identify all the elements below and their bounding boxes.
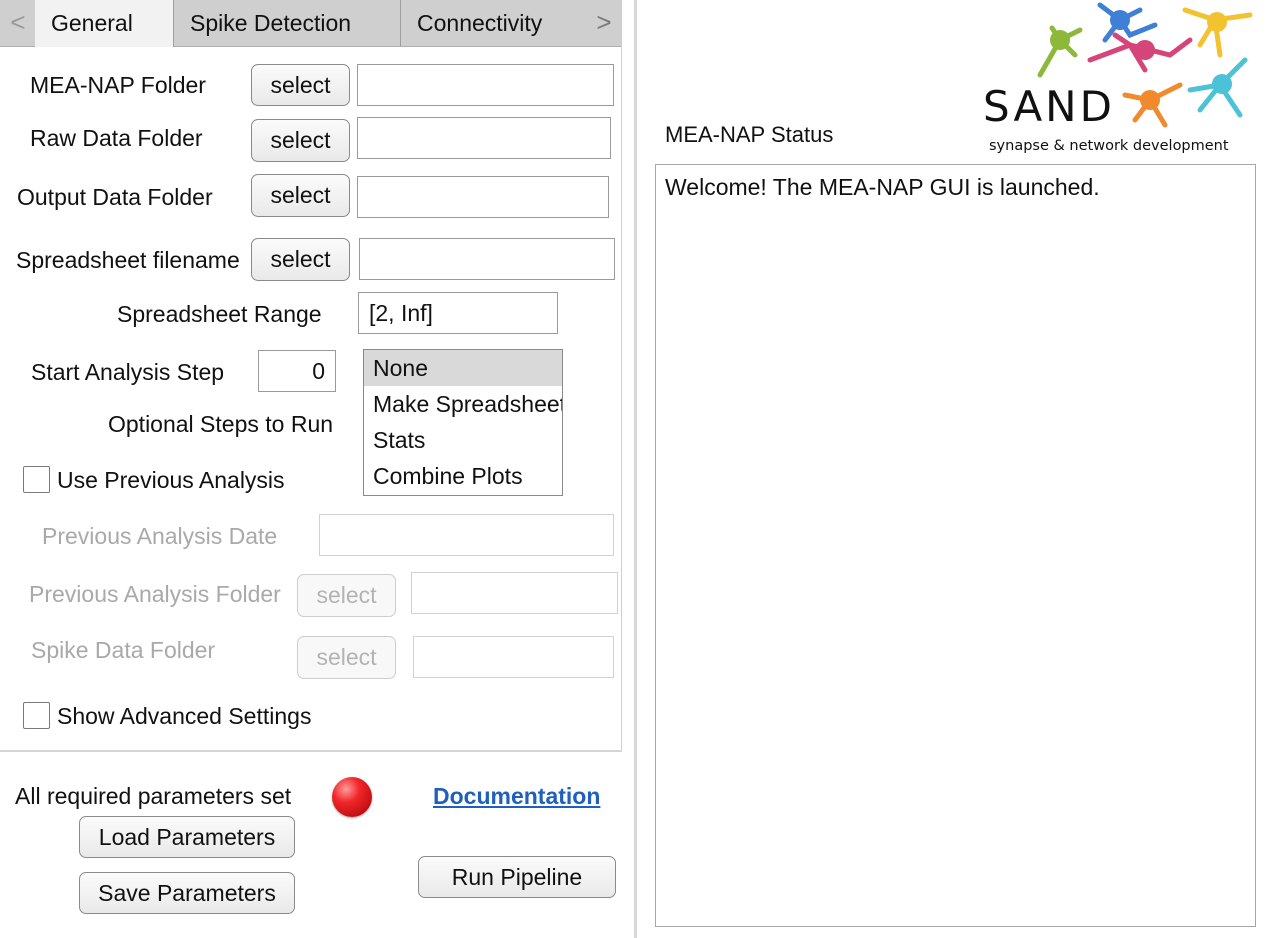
show-advanced-settings-checkbox[interactable] <box>23 702 50 729</box>
run-pipeline-button[interactable]: Run Pipeline <box>418 856 616 898</box>
previous-analysis-date-label: Previous Analysis Date <box>42 523 278 549</box>
optional-steps-listbox[interactable]: None Make Spreadsheet Stats Combine Plot… <box>363 349 563 496</box>
previous-analysis-folder-label: Previous Analysis Folder <box>29 581 281 607</box>
mea-nap-folder-select-button[interactable]: select <box>251 64 350 106</box>
tab-connectivity[interactable]: Connectivity <box>401 0 586 46</box>
previous-analysis-folder-select-button[interactable]: select <box>297 574 396 617</box>
logo-figures-icon <box>1037 2 1253 128</box>
spreadsheet-filename-select-button[interactable]: select <box>251 238 350 281</box>
tab-scroll-left-icon[interactable]: < <box>0 0 36 46</box>
use-previous-analysis-label: Use Previous Analysis <box>57 467 285 493</box>
show-advanced-settings-label: Show Advanced Settings <box>57 703 312 729</box>
start-analysis-step-field[interactable] <box>258 350 336 392</box>
raw-data-folder-field[interactable] <box>357 117 611 159</box>
optional-steps-label: Optional Steps to Run <box>108 411 334 437</box>
panel-border-right <box>621 46 622 751</box>
tab-scroll-right-icon[interactable]: > <box>586 0 622 46</box>
spike-data-folder-label: Spike Data Folder <box>31 637 216 663</box>
status-textarea[interactable]: Welcome! The MEA-NAP GUI is launched. <box>655 164 1256 927</box>
documentation-link[interactable]: Documentation <box>433 782 600 810</box>
list-option-combine-plots[interactable]: Combine Plots <box>364 458 562 494</box>
sand-logo: SAND synapse & network development <box>980 0 1265 160</box>
tab-spike-detection[interactable]: Spike Detection <box>174 0 401 46</box>
spreadsheet-range-field[interactable] <box>358 292 558 334</box>
load-parameters-button[interactable]: Load Parameters <box>79 816 295 858</box>
mea-nap-folder-field[interactable] <box>357 64 614 106</box>
status-title: MEA-NAP Status <box>665 122 834 147</box>
logo-tagline: synapse & network development <box>989 138 1229 154</box>
raw-data-folder-select-button[interactable]: select <box>251 119 350 162</box>
output-data-folder-field[interactable] <box>357 176 609 218</box>
status-lamp-icon <box>332 777 372 817</box>
output-data-folder-select-button[interactable]: select <box>251 174 350 217</box>
use-previous-analysis-checkbox[interactable] <box>23 466 50 493</box>
save-parameters-button[interactable]: Save Parameters <box>79 872 295 914</box>
output-data-folder-label: Output Data Folder <box>17 184 213 210</box>
status-message: Welcome! The MEA-NAP GUI is launched. <box>665 174 1100 200</box>
tab-bar: < General Spike Detection Connectivity > <box>0 0 622 47</box>
logo-wordmark: SAND <box>983 82 1115 131</box>
spreadsheet-filename-field[interactable] <box>359 238 615 280</box>
list-option-make-spreadsheet[interactable]: Make Spreadsheet <box>364 386 562 422</box>
list-option-none[interactable]: None <box>364 350 562 386</box>
raw-data-folder-label: Raw Data Folder <box>30 125 203 151</box>
panel-border-bottom <box>0 750 622 752</box>
list-option-stats[interactable]: Stats <box>364 422 562 458</box>
spreadsheet-filename-label: Spreadsheet filename <box>16 247 240 273</box>
required-params-label: All required parameters set <box>15 783 292 809</box>
tab-general[interactable]: General <box>35 0 174 47</box>
spike-data-folder-select-button[interactable]: select <box>297 636 396 679</box>
mea-nap-folder-label: MEA-NAP Folder <box>30 72 206 98</box>
spreadsheet-range-label: Spreadsheet Range <box>117 301 322 327</box>
previous-analysis-date-field[interactable] <box>319 514 614 556</box>
previous-analysis-folder-field[interactable] <box>411 572 618 614</box>
spike-data-folder-field[interactable] <box>413 636 614 678</box>
panel-splitter[interactable] <box>634 0 637 938</box>
start-analysis-step-label: Start Analysis Step <box>31 359 225 385</box>
